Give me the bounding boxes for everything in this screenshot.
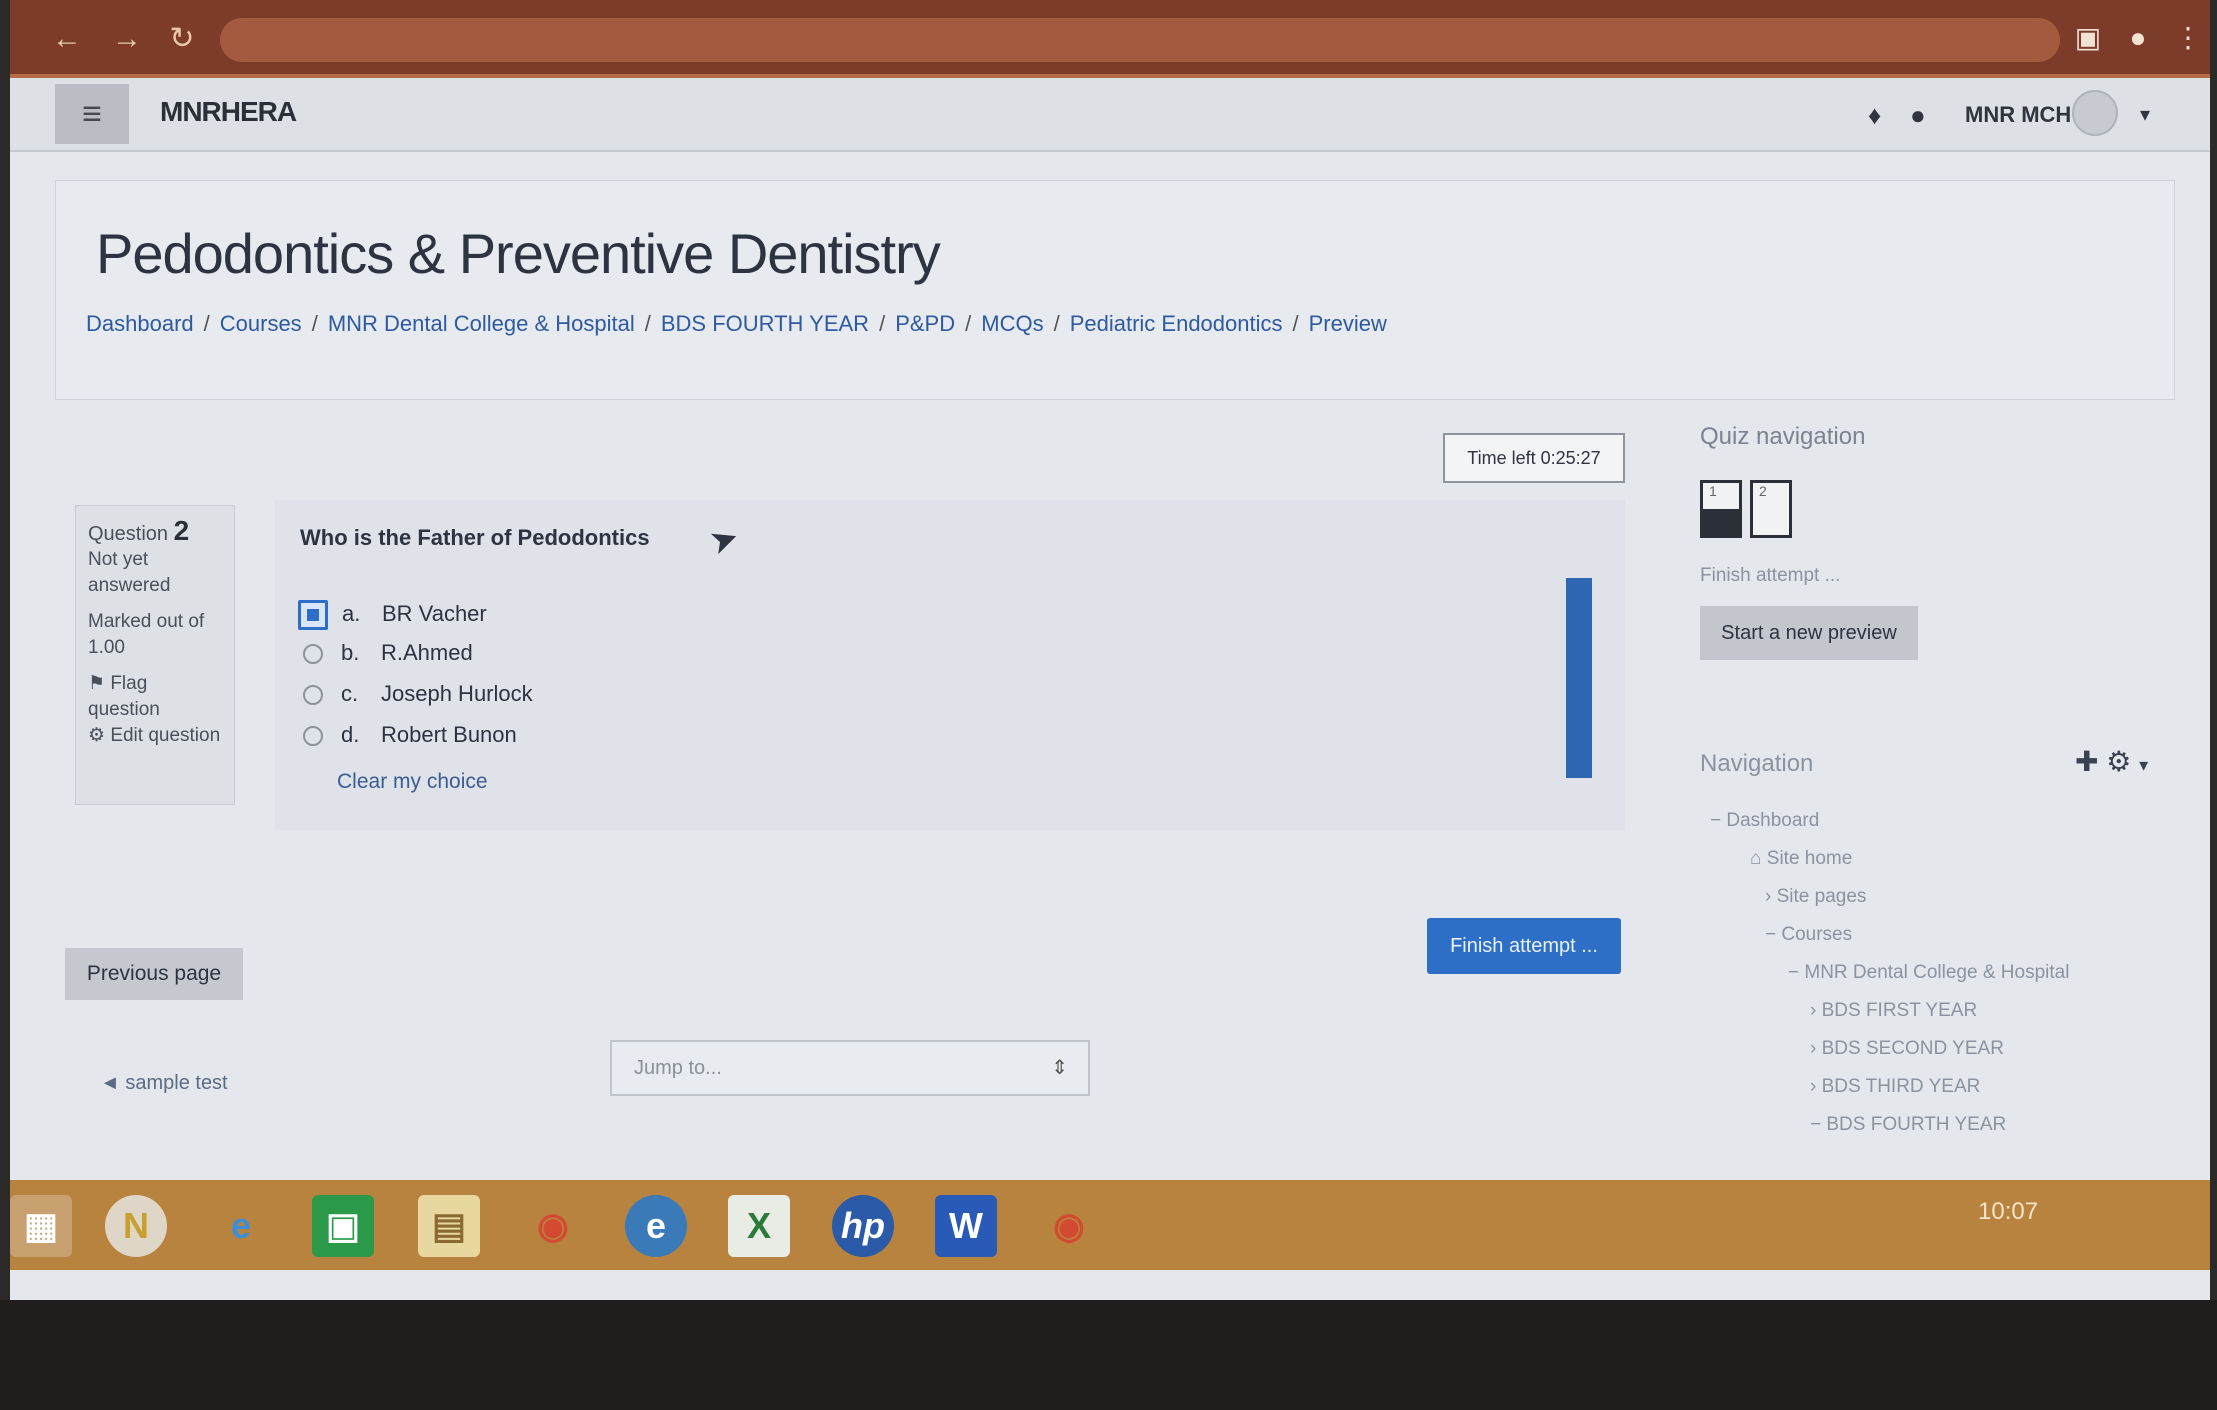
- hamburger-menu-icon[interactable]: ≡: [55, 84, 129, 144]
- nav-item-dashboard[interactable]: − Dashboard: [1710, 810, 1819, 832]
- desk-background: [0, 1300, 2217, 1410]
- address-bar[interactable]: [220, 18, 2060, 62]
- page-title: Pedodontics & Preventive Dentistry: [96, 222, 941, 285]
- forward-icon[interactable]: →: [110, 22, 144, 56]
- question-text: Who is the Father of Pedodontics: [300, 525, 650, 550]
- store-icon[interactable]: ▣: [312, 1195, 374, 1257]
- menu-icon[interactable]: ⋮: [2170, 20, 2206, 56]
- messages-icon[interactable]: ●: [1910, 100, 1926, 131]
- word-icon[interactable]: W: [935, 1195, 997, 1257]
- windows-start-icon[interactable]: ▦: [10, 1195, 72, 1257]
- previous-page-button[interactable]: Previous page: [65, 948, 243, 1000]
- flag-question-link[interactable]: ⚑ Flag question: [88, 671, 222, 723]
- breadcrumb-item-mcqs[interactable]: MCQs: [981, 311, 1043, 336]
- answer-radio-selected[interactable]: [298, 600, 328, 630]
- nav-item-site-home[interactable]: ⌂ Site home: [1750, 848, 1852, 870]
- user-menu-chevron-down-icon[interactable]: ▾: [2140, 102, 2150, 127]
- breadcrumb-item-quiz[interactable]: Pediatric Endodontics: [1070, 311, 1283, 336]
- answer-radio[interactable]: [303, 644, 323, 665]
- answer-option-label: BR Vacher: [382, 600, 487, 626]
- windows-taskbar: ▦ N e ▣ ▤ ◉ e X hp W ◉ 10:07: [10, 1180, 2210, 1270]
- mouse-cursor-icon: ➤: [704, 517, 745, 563]
- flag-icon: ⚑: [88, 673, 111, 694]
- time-left-timer: Time left 0:25:27: [1443, 433, 1625, 483]
- answer-option-c[interactable]: c. Joseph Hurlock: [303, 681, 533, 715]
- breadcrumb-item-preview[interactable]: Preview: [1309, 311, 1387, 336]
- reload-icon[interactable]: ↻: [165, 22, 199, 56]
- gear-icon: ⚙: [2106, 746, 2132, 777]
- home-icon: ⌂: [1750, 848, 1767, 869]
- chrome-icon[interactable]: ◉: [522, 1195, 584, 1257]
- breadcrumb: Dashboard / Courses / MNR Dental College & H…: [86, 311, 1387, 336]
- avatar[interactable]: [2072, 90, 2118, 136]
- edit-question-link[interactable]: ⚙ Edit question: [88, 723, 222, 749]
- question-content: Who is the Father of Pedodontics ➤ a. BR …: [275, 500, 1625, 830]
- profile-icon[interactable]: ●: [2120, 20, 2156, 56]
- jump-to-placeholder: Jump to...: [634, 1057, 722, 1079]
- page-header: Pedodontics & Preventive Dentistry Dashb…: [55, 180, 2175, 400]
- browser-toolbar: ← → ↻ ▣ ● ⋮: [10, 0, 2210, 78]
- vertical-progress-bar: [1566, 578, 1592, 778]
- breadcrumb-item-year[interactable]: BDS FOURTH YEAR: [661, 311, 869, 336]
- answer-option-label: Joseph Hurlock: [381, 681, 533, 706]
- nav-item-second-year[interactable]: › BDS SECOND YEAR: [1810, 1038, 2004, 1060]
- jump-to-select[interactable]: Jump to... ⇕: [610, 1040, 1090, 1096]
- extension-icon[interactable]: ▣: [2070, 20, 2106, 56]
- nav-item-college[interactable]: − MNR Dental College & Hospital: [1788, 962, 2069, 984]
- breadcrumb-item-course[interactable]: P&PD: [895, 311, 955, 336]
- edge-icon[interactable]: e: [625, 1195, 687, 1257]
- nav-item-site-pages[interactable]: › Site pages: [1765, 886, 1866, 908]
- chrome-icon[interactable]: ◉: [1038, 1195, 1100, 1257]
- quiz-nav-question-1[interactable]: 1: [1700, 480, 1742, 538]
- norton-icon[interactable]: N: [105, 1195, 167, 1257]
- user-name[interactable]: MNR MCH: [1965, 102, 2071, 128]
- add-block-icon: ✚: [2075, 746, 2099, 777]
- excel-icon[interactable]: X: [728, 1195, 790, 1257]
- breadcrumb-item-dashboard[interactable]: Dashboard: [86, 311, 194, 336]
- gear-icon: ⚙: [88, 725, 111, 746]
- answer-option-label: R.Ahmed: [381, 640, 473, 665]
- breadcrumb-item-courses[interactable]: Courses: [220, 311, 302, 336]
- internet-explorer-icon[interactable]: e: [210, 1195, 272, 1257]
- select-arrows-icon: ⇕: [1051, 1057, 1068, 1079]
- question-number: Question 2: [88, 515, 190, 546]
- chevron-down-icon: ▾: [2139, 755, 2149, 775]
- nav-item-first-year[interactable]: › BDS FIRST YEAR: [1810, 1000, 1977, 1022]
- start-new-preview-button[interactable]: Start a new preview: [1700, 606, 1918, 660]
- nav-item-courses[interactable]: − Courses: [1765, 924, 1852, 946]
- finish-attempt-button[interactable]: Finish attempt ...: [1427, 918, 1621, 974]
- navigation-block-title: Navigation: [1700, 750, 1814, 777]
- answer-option-label: Robert Bunon: [381, 722, 517, 747]
- breadcrumb-item-college[interactable]: MNR Dental College & Hospital: [328, 311, 635, 336]
- question-status: Not yet answered: [88, 549, 171, 596]
- answered-fill: [1703, 509, 1739, 535]
- answer-radio[interactable]: [303, 726, 323, 747]
- question-info-panel: Question 2 Not yet answered Marked out o…: [75, 505, 235, 805]
- back-icon[interactable]: ←: [50, 22, 84, 56]
- screen: ← → ↻ ▣ ● ⋮ ≡ MNRHERA ♦ ● MNR MCH ▾ Pedo…: [10, 0, 2210, 1310]
- answer-option-b[interactable]: b. R.Ahmed: [303, 640, 473, 674]
- site-name[interactable]: MNRHERA: [160, 96, 297, 128]
- question-marks: Marked out of 1.00: [88, 611, 205, 658]
- finish-attempt-link[interactable]: Finish attempt ...: [1700, 565, 1840, 587]
- nav-item-fourth-year[interactable]: − BDS FOURTH YEAR: [1810, 1114, 2006, 1136]
- top-navbar: ≡ MNRHERA ♦ ● MNR MCH ▾: [10, 78, 2210, 152]
- quiz-navigation-title: Quiz navigation: [1700, 423, 1866, 450]
- nav-item-third-year[interactable]: › BDS THIRD YEAR: [1810, 1076, 1980, 1098]
- answer-option-a[interactable]: a. BR Vacher: [298, 600, 487, 634]
- hp-icon[interactable]: hp: [832, 1195, 894, 1257]
- answer-option-d[interactable]: d. Robert Bunon: [303, 722, 517, 756]
- clear-my-choice-link[interactable]: Clear my choice: [337, 770, 488, 794]
- navigation-block-controls[interactable]: ✚ ⚙ ▾: [2075, 745, 2148, 778]
- quiz-nav-question-2[interactable]: 2: [1750, 480, 1792, 538]
- answer-radio[interactable]: [303, 685, 323, 706]
- previous-activity-link[interactable]: ◄ sample test: [100, 1072, 228, 1095]
- notification-bell-icon[interactable]: ♦: [1868, 100, 1881, 131]
- file-explorer-icon[interactable]: ▤: [418, 1195, 480, 1257]
- system-clock: 10:07: [1978, 1198, 2039, 1225]
